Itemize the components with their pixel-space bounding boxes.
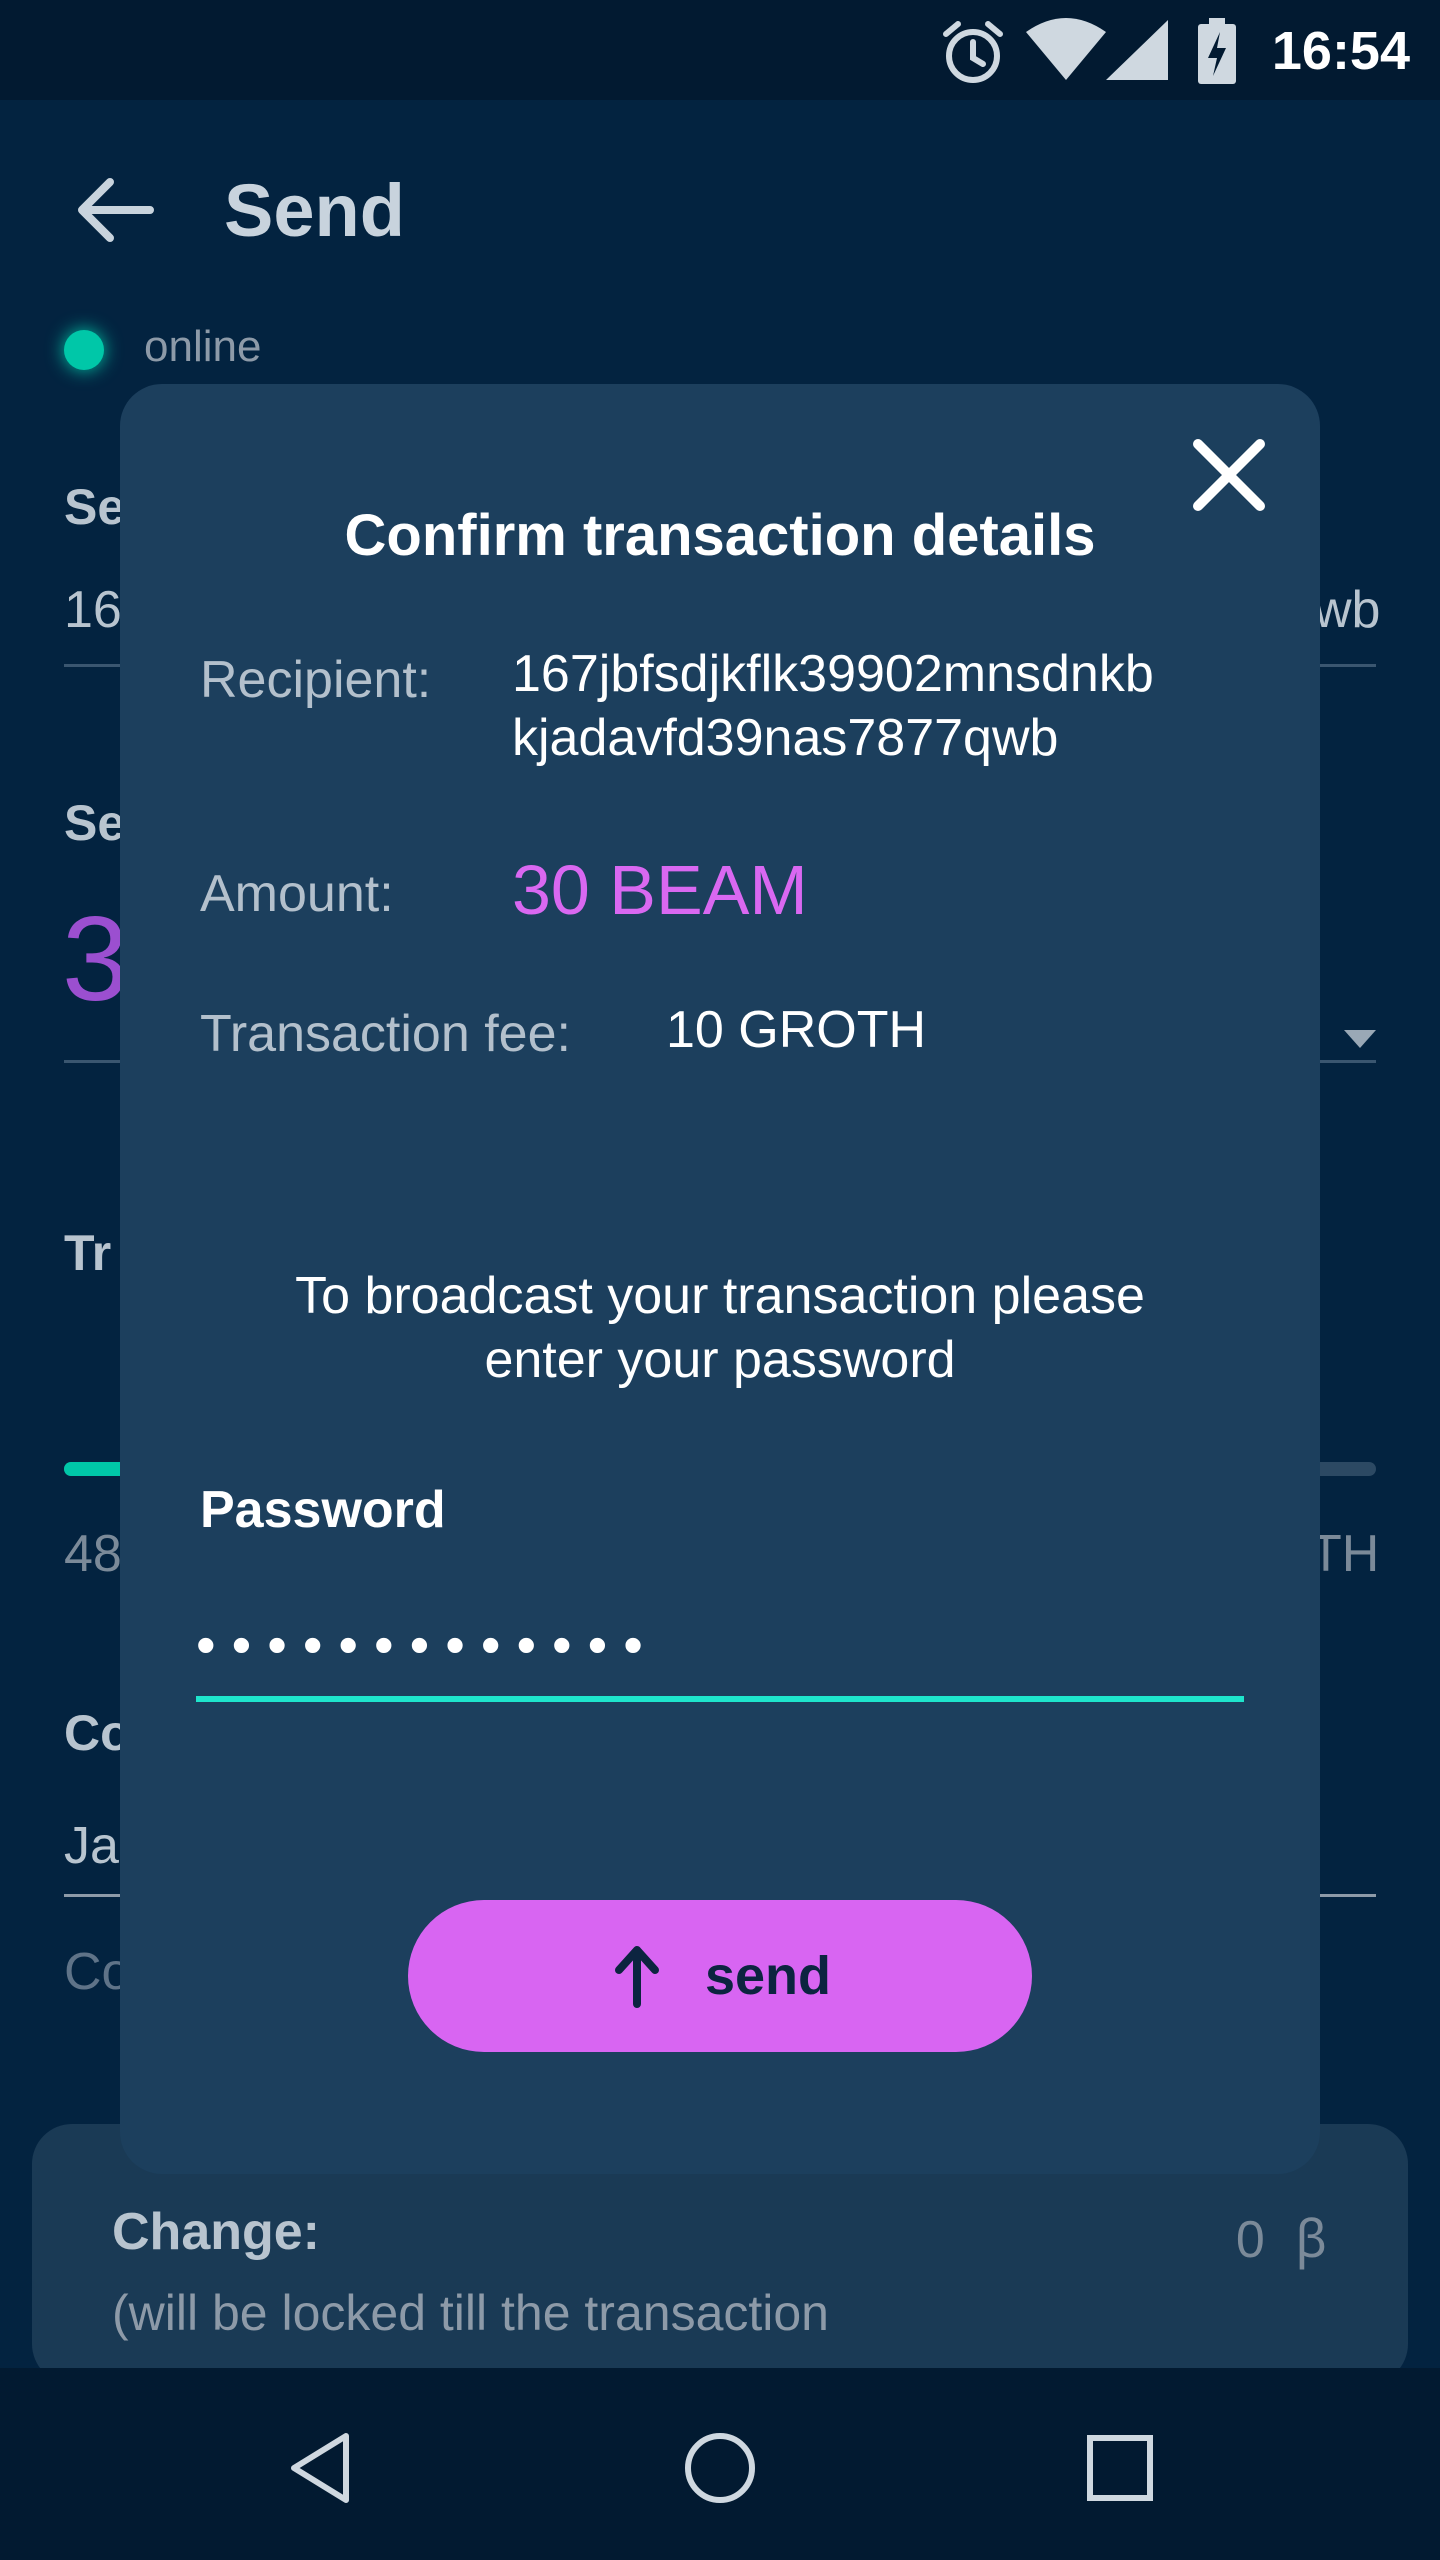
comment-field-value[interactable]: Ja (64, 1816, 119, 1876)
password-input[interactable] (196, 1604, 1244, 1684)
address-field-value-end: wb (1314, 581, 1381, 639)
recipient-label: Recipient: (200, 651, 432, 709)
wifi-icon (1026, 18, 1106, 80)
amount-label: Amount: (200, 865, 394, 923)
amount-value: 30 BEAM (512, 851, 808, 929)
amount-label: Se (64, 795, 126, 851)
change-note: (will be locked till the transaction (112, 2285, 829, 2341)
nav-back-icon[interactable] (280, 2428, 360, 2508)
instructions-line-1: To broadcast your transaction please (295, 1267, 1145, 1325)
top-app-bar: Send (0, 100, 1440, 320)
arrow-up-icon (614, 1946, 659, 2008)
fee-value: 10 GROTH (666, 1001, 927, 1059)
send-button-label: send (704, 1946, 832, 2006)
page-title: Send (224, 169, 405, 252)
nav-recents-icon[interactable] (1080, 2428, 1160, 2508)
battery-icon (1198, 18, 1236, 84)
change-label: Change: (112, 2203, 320, 2261)
fee-label: Transaction fee: (200, 1005, 571, 1063)
fee-min-label: 48 (64, 1525, 122, 1583)
instructions-line-2: enter your password (484, 1331, 956, 1389)
fee-label: Tr (64, 1225, 112, 1281)
send-to-label: Se (64, 479, 126, 535)
currency-dropdown-icon[interactable] (1344, 1030, 1376, 1048)
confirm-transaction-dialog: Confirm transaction details Recipient: 1… (120, 384, 1320, 2174)
recipient-line-1: 167jbfsdjkflk39902mnsdnkb (512, 645, 1154, 703)
status-time: 16:54 (1271, 21, 1410, 81)
online-status-label: online (144, 322, 262, 371)
dialog-title: Confirm transaction details (344, 503, 1096, 568)
recipient-line-2: kjadavfd39nas7877qwb (512, 709, 1059, 767)
send-button[interactable]: send (408, 1900, 1032, 2052)
password-underline (196, 1696, 1244, 1702)
change-value: 0 ꞵ (1236, 2202, 1328, 2273)
amount-field-value[interactable]: 3 (62, 890, 129, 1028)
nav-home-icon[interactable] (680, 2428, 760, 2508)
password-instructions: To broadcast your transaction please ent… (120, 1264, 1320, 1392)
beam-currency-icon: ꞵ (1295, 2211, 1328, 2269)
screen: 16:54 Send online Se 16 wb Se 3 Tr 48 TH… (0, 0, 1440, 2560)
fee-max-label: TH (1310, 1525, 1380, 1583)
password-label: Password (200, 1481, 446, 1539)
back-arrow-icon[interactable] (70, 170, 160, 250)
navigation-bar (0, 2368, 1440, 2560)
change-amount: 0 (1235, 2211, 1265, 2269)
signal-icon (1106, 20, 1168, 80)
online-status-dot (64, 330, 104, 370)
address-field-value[interactable]: 16 (64, 580, 122, 640)
status-bar: 16:54 (0, 0, 1440, 100)
alarm-icon (943, 21, 1003, 83)
recipient-value: 167jbfsdjkflk39902mnsdnkb kjadavfd39nas7… (512, 642, 1154, 770)
